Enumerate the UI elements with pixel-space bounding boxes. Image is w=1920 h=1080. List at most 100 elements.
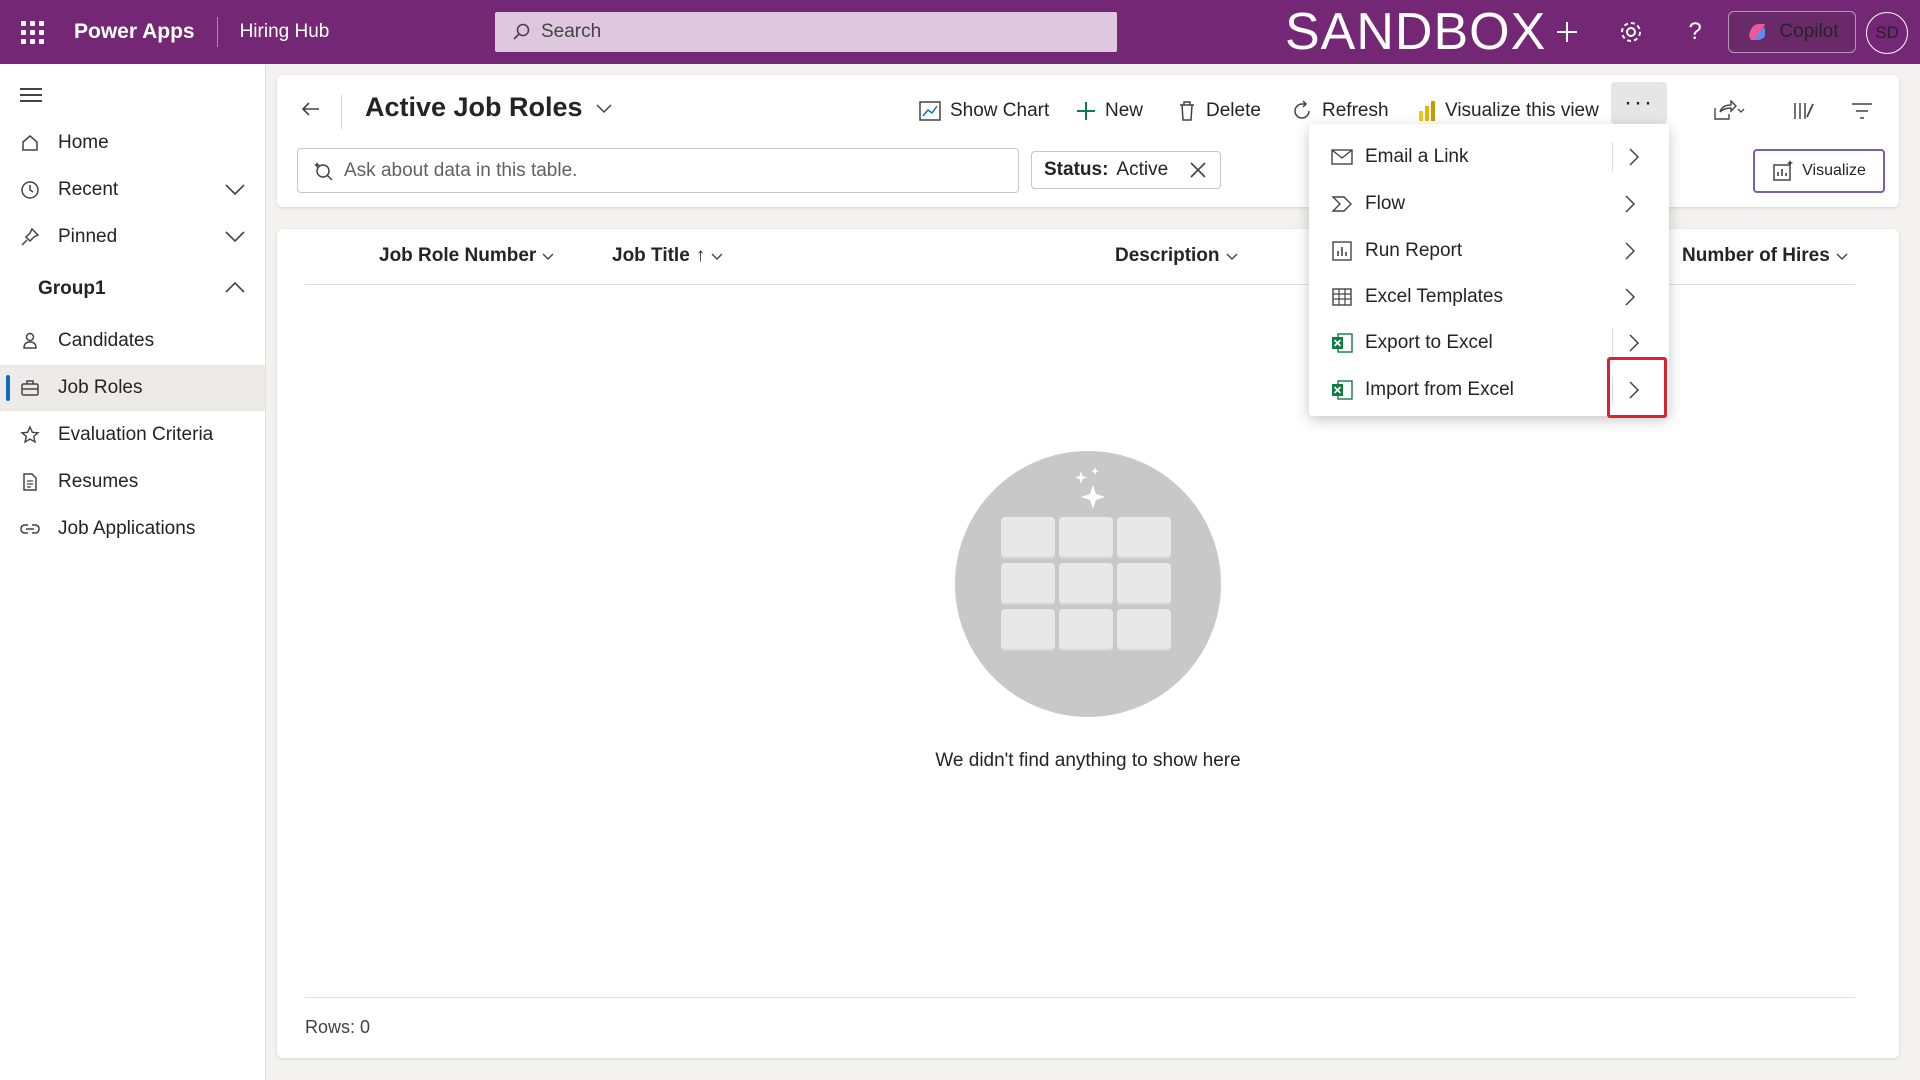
page-title: Active Job Roles xyxy=(365,92,583,122)
ask-data-input[interactable]: Ask about data in this table. xyxy=(297,148,1019,193)
column-header-job-role-number[interactable]: Job Role Number xyxy=(379,245,554,267)
highlight-box xyxy=(1607,357,1667,418)
chevron-down-icon[interactable] xyxy=(223,226,247,252)
menu-item-label: Flow xyxy=(1365,193,1406,214)
sidebar-item-candidates[interactable]: Candidates xyxy=(0,318,265,364)
chevron-down-icon xyxy=(1226,253,1238,260)
back-button[interactable] xyxy=(299,97,323,126)
link-icon xyxy=(0,519,58,539)
app-launcher-button[interactable] xyxy=(0,0,64,64)
edit-filters-button[interactable] xyxy=(1850,91,1874,131)
sidebar-item-job-applications[interactable]: Job Applications xyxy=(0,506,265,552)
copilot-icon xyxy=(1749,24,1766,40)
settings-button[interactable] xyxy=(1611,12,1651,52)
sidebar-item-recent[interactable]: Recent xyxy=(0,167,265,213)
star-icon xyxy=(0,425,58,445)
column-header-description[interactable]: Description xyxy=(1115,245,1238,267)
global-search-input[interactable]: Search xyxy=(495,12,1117,52)
chevron-down-icon[interactable] xyxy=(223,179,247,205)
sparkle-chart-icon xyxy=(1773,160,1794,181)
clock-icon xyxy=(0,180,58,200)
menu-item-label: Import from Excel xyxy=(1365,379,1514,400)
sidebar-item-label: Recent xyxy=(58,179,119,200)
sparkle-icon xyxy=(1075,467,1105,509)
brand-divider xyxy=(216,17,218,47)
visualize-button[interactable]: Visualize xyxy=(1753,149,1885,193)
power-bi-icon xyxy=(1419,101,1435,121)
sidebar-item-job-roles[interactable]: Job Roles xyxy=(0,365,265,411)
delete-label: Delete xyxy=(1206,100,1261,121)
copilot-label: Copilot xyxy=(1779,21,1839,42)
excel-template-icon xyxy=(1309,286,1365,308)
new-button[interactable]: New xyxy=(1075,91,1143,131)
plus-icon xyxy=(1077,102,1095,120)
report-icon xyxy=(1309,240,1365,262)
chevron-right-icon[interactable] xyxy=(1623,240,1637,268)
plus-icon xyxy=(1557,22,1577,42)
menu-item-label: Export to Excel xyxy=(1365,332,1493,353)
menu-item-label: Excel Templates xyxy=(1365,286,1503,307)
filter-lines-icon xyxy=(1852,103,1872,119)
filter-value: Active xyxy=(1116,159,1169,180)
column-header-job-title[interactable]: Job Title ↑ xyxy=(612,245,723,267)
flow-icon xyxy=(1309,193,1365,215)
menu-item-run-report[interactable]: Run Report xyxy=(1309,228,1669,274)
sidebar-item-pinned[interactable]: Pinned xyxy=(0,214,265,260)
sidebar-item-label: Job Applications xyxy=(58,518,196,539)
ask-placeholder: Ask about data in this table. xyxy=(344,159,578,181)
table-grid-icon xyxy=(1001,517,1171,651)
chevron-down-icon xyxy=(1836,253,1848,260)
chevron-right-icon[interactable] xyxy=(1627,332,1641,360)
sidebar-item-label: Evaluation Criteria xyxy=(58,424,214,445)
chevron-up-icon[interactable] xyxy=(223,278,247,304)
pin-icon xyxy=(0,227,58,247)
status-filter-chip[interactable]: Status: Active xyxy=(1031,151,1222,189)
new-label: New xyxy=(1105,100,1144,121)
row-count: Rows: 0 xyxy=(305,1017,371,1037)
more-commands-button[interactable]: ··· xyxy=(1611,82,1667,124)
chevron-right-icon[interactable] xyxy=(1623,193,1637,221)
person-icon xyxy=(0,331,58,351)
column-header-number-of-hires[interactable]: Number of Hires xyxy=(1682,245,1848,267)
menu-item-excel-templates[interactable]: Excel Templates xyxy=(1309,274,1669,320)
sidebar-item-label: Job Roles xyxy=(58,377,143,398)
document-icon xyxy=(0,472,58,492)
chart-icon xyxy=(919,101,941,121)
sidebar-item-resumes[interactable]: Resumes xyxy=(0,459,265,505)
chevron-right-icon[interactable] xyxy=(1627,146,1641,174)
menu-item-label: Email a Link xyxy=(1365,146,1469,167)
search-placeholder: Search xyxy=(541,21,602,42)
delete-button[interactable]: Delete xyxy=(1176,91,1261,131)
column-label: Job Title xyxy=(612,245,690,266)
show-chart-label: Show Chart xyxy=(950,100,1050,121)
empty-state-illustration xyxy=(955,451,1221,717)
column-label: Job Role Number xyxy=(379,245,537,266)
close-icon[interactable] xyxy=(1188,160,1208,180)
email-link-icon xyxy=(1309,146,1365,168)
view-selector[interactable]: Active Job Roles xyxy=(365,92,613,123)
user-avatar[interactable]: SD xyxy=(1866,12,1908,54)
home-icon xyxy=(0,133,58,153)
menu-item-email-a-link[interactable]: Email a Link xyxy=(1309,134,1669,180)
show-chart-button[interactable]: Show Chart xyxy=(918,91,1049,131)
sidebar-item-evaluation-criteria[interactable]: Evaluation Criteria xyxy=(0,412,265,458)
environment-label: SANDBOX xyxy=(1285,3,1547,61)
share-button[interactable] xyxy=(1712,91,1746,131)
excel-icon xyxy=(1309,379,1365,401)
help-button[interactable]: ? xyxy=(1675,12,1715,52)
chevron-right-icon[interactable] xyxy=(1623,286,1637,314)
menu-item-flow[interactable]: Flow xyxy=(1309,181,1669,227)
chevron-down-icon xyxy=(711,253,723,260)
hamburger-menu-button[interactable] xyxy=(20,84,44,108)
copilot-button[interactable]: Copilot xyxy=(1728,11,1856,53)
brand-name[interactable]: Power Apps xyxy=(74,20,195,44)
add-button[interactable] xyxy=(1547,12,1587,52)
trash-icon xyxy=(1180,101,1194,121)
sidebar-item-label: Candidates xyxy=(58,330,155,351)
sidebar-item-home[interactable]: Home xyxy=(0,120,265,166)
edit-columns-button[interactable] xyxy=(1792,91,1816,131)
sidebar-group-header[interactable]: Group1 xyxy=(0,266,265,312)
sidebar-item-label: Home xyxy=(58,132,109,153)
briefcase-icon xyxy=(0,378,58,398)
app-name[interactable]: Hiring Hub xyxy=(240,21,330,43)
